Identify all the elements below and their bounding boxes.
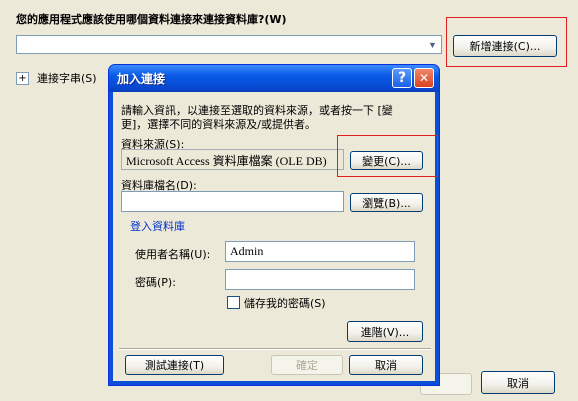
- data-source-field: Microsoft Access 資料庫檔案 (OLE DB): [121, 149, 344, 170]
- close-icon[interactable]: ✕: [414, 68, 434, 88]
- username-label: 使用者名稱(U):: [135, 248, 211, 261]
- dialog-title: 加入連接: [117, 72, 166, 86]
- dialog-cancel-button[interactable]: 取消: [349, 355, 423, 375]
- browse-button[interactable]: 瀏覽(B)...: [350, 193, 423, 212]
- connection-string-label: 連接字串(S): [37, 72, 97, 85]
- dialog-separator: [119, 348, 431, 350]
- save-password-label[interactable]: 儲存我的密碼(S): [244, 295, 326, 311]
- intro-text-line2: 更]，選擇不同的資料來源及/或提供者。: [121, 118, 316, 131]
- expand-icon[interactable]: +: [16, 72, 29, 85]
- advanced-button[interactable]: 進階(V)...: [347, 321, 423, 342]
- window-cancel-button[interactable]: 取消: [481, 371, 555, 394]
- ok-button: 確定: [271, 355, 343, 375]
- highlight-box-new-connection: [446, 17, 567, 67]
- dialog-titlebar[interactable]: 加入連接 ? ✕: [109, 65, 439, 92]
- password-input[interactable]: [225, 269, 415, 290]
- save-password-checkbox[interactable]: [227, 296, 240, 309]
- highlight-box-change: [337, 135, 438, 177]
- db-file-input[interactable]: [121, 191, 344, 212]
- add-connection-dialog: 加入連接 ? ✕ 請輸入資訊，以連接至選取的資料來源，或者按一下 [變 更]，選…: [108, 64, 440, 386]
- login-section-heading: 登入資料庫: [130, 220, 185, 233]
- username-input[interactable]: Admin: [225, 241, 415, 262]
- chevron-down-icon[interactable]: ▼: [424, 36, 441, 53]
- test-connection-button[interactable]: 測試連接(T): [125, 355, 224, 375]
- password-label: 密碼(P):: [135, 276, 176, 289]
- help-icon[interactable]: ?: [392, 68, 412, 88]
- connection-question: 您的應用程式應該使用哪個資料連接來連接資料庫?(W): [16, 13, 287, 26]
- connection-combobox[interactable]: ▼: [16, 35, 442, 54]
